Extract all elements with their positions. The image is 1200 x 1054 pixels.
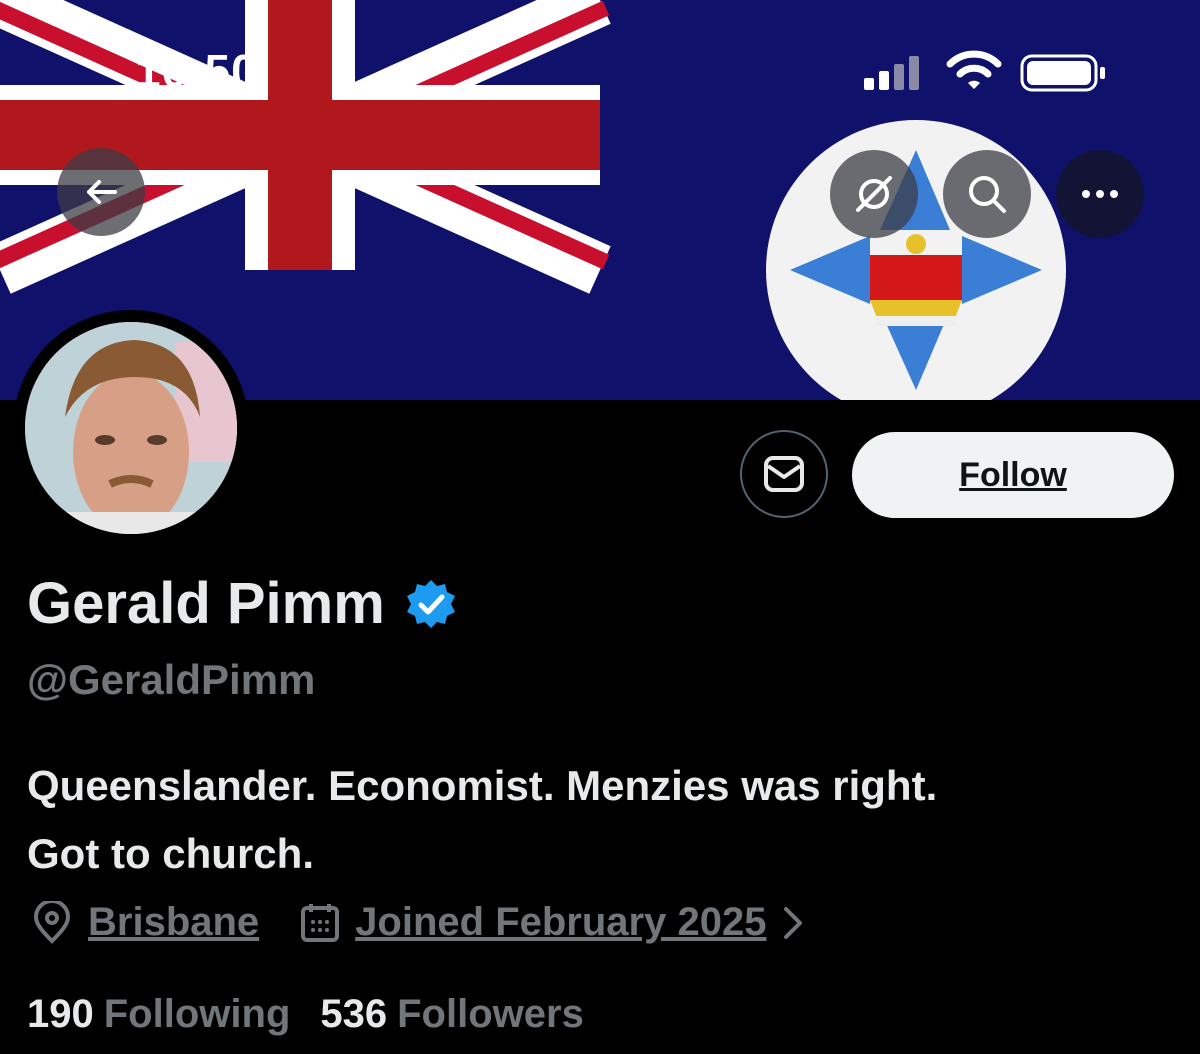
joined-item[interactable]: Joined February 2025 bbox=[299, 900, 808, 945]
avatar[interactable] bbox=[13, 310, 249, 546]
joined-link[interactable]: Joined February 2025 bbox=[355, 900, 766, 945]
bio-line-1: Queenslander. Economist. Menzies was rig… bbox=[27, 762, 938, 809]
chevron-right-icon bbox=[784, 906, 803, 939]
back-button[interactable] bbox=[57, 148, 145, 236]
location-item[interactable]: Brisbane bbox=[30, 900, 259, 945]
search-icon bbox=[969, 176, 1006, 213]
following-label: Following bbox=[103, 992, 291, 1036]
calendar-icon bbox=[301, 903, 340, 942]
verified-badge-icon[interactable] bbox=[405, 578, 457, 630]
battery-icon bbox=[1020, 54, 1105, 92]
arrow-left-icon bbox=[87, 180, 117, 204]
avatar-photo bbox=[25, 322, 237, 534]
followers-stat[interactable]: 536 Followers bbox=[320, 992, 583, 1037]
following-count: 190 bbox=[27, 992, 94, 1036]
grok-button[interactable] bbox=[830, 150, 918, 238]
location-pin-icon bbox=[33, 900, 71, 944]
followers-count: 536 bbox=[320, 992, 388, 1036]
grok-icon bbox=[856, 176, 892, 212]
follow-button[interactable]: Follow bbox=[852, 432, 1174, 518]
message-button[interactable] bbox=[740, 430, 828, 518]
bio-line-2: Got to church. bbox=[27, 830, 314, 877]
search-button[interactable] bbox=[943, 150, 1031, 238]
followers-label: Followers bbox=[397, 992, 584, 1036]
more-options-button[interactable] bbox=[1056, 150, 1144, 238]
profile-name: Gerald Pimm bbox=[27, 571, 385, 636]
profile-handle: @GeraldPimm bbox=[27, 656, 316, 703]
profile-stats: 190 Following 536 Followers bbox=[27, 992, 584, 1037]
status-bar: 10:50 bbox=[0, 0, 1200, 140]
profile-meta: Brisbane Joined February 2025 bbox=[30, 900, 808, 945]
envelope-icon bbox=[764, 456, 804, 492]
wifi-icon bbox=[946, 50, 1002, 89]
profile-bio: Queenslander. Economist. Menzies was rig… bbox=[27, 752, 1177, 888]
location-link[interactable]: Brisbane bbox=[88, 900, 259, 945]
following-stat[interactable]: 190 Following bbox=[27, 992, 290, 1037]
profile-name-row: Gerald Pimm bbox=[27, 570, 457, 637]
more-horizontal-icon bbox=[1082, 190, 1118, 198]
status-time: 10:50 bbox=[135, 45, 258, 97]
cellular-signal-icon bbox=[864, 56, 919, 90]
